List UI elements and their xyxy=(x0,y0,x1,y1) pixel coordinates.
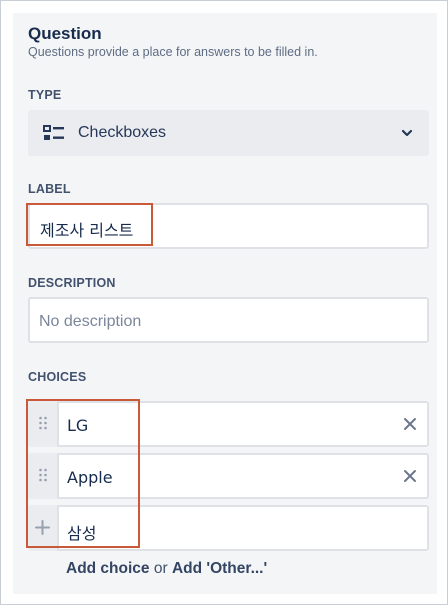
plus-icon xyxy=(35,520,50,535)
choice-text: Apple xyxy=(67,468,113,487)
add-choice-row: Add choice or Add 'Other...' xyxy=(66,560,267,578)
drag-handle[interactable] xyxy=(28,401,57,447)
add-choice-link[interactable]: Add choice xyxy=(66,560,150,577)
type-select-value: Checkboxes xyxy=(78,124,167,141)
new-choice-input[interactable]: 삼성 xyxy=(57,505,429,551)
checklist-icon xyxy=(43,125,64,140)
choices-section-label: CHOICES xyxy=(28,370,87,384)
choice-input[interactable]: LG xyxy=(57,401,429,447)
choice-input[interactable]: Apple xyxy=(57,453,429,499)
add-other-link[interactable]: Add 'Other...' xyxy=(172,560,267,577)
drag-handle[interactable] xyxy=(28,453,57,499)
choice-text: LG xyxy=(67,416,89,435)
type-section-label: TYPE xyxy=(28,88,62,102)
remove-choice-icon[interactable] xyxy=(403,469,417,483)
type-select[interactable]: Checkboxes xyxy=(28,110,429,156)
drag-handle-icon xyxy=(39,468,47,482)
add-choice-or: or xyxy=(153,560,168,577)
description-input[interactable]: No description xyxy=(28,297,429,343)
new-choice-text: 삼성 xyxy=(67,524,97,543)
label-input[interactable]: 제조사 리스트 xyxy=(28,203,429,249)
add-choice-handle[interactable] xyxy=(28,505,57,551)
remove-choice-icon[interactable] xyxy=(403,417,417,431)
panel-subtitle: Questions provide a place for answers to… xyxy=(28,45,318,59)
description-placeholder: No description xyxy=(39,313,142,330)
drag-handle-icon xyxy=(39,416,47,430)
panel-title: Question xyxy=(28,24,102,43)
label-input-value: 제조사 리스트 xyxy=(40,221,134,240)
description-section-label: DESCRIPTION xyxy=(28,276,116,290)
label-section-label: LABEL xyxy=(28,182,71,196)
chevron-down-icon xyxy=(401,129,413,137)
